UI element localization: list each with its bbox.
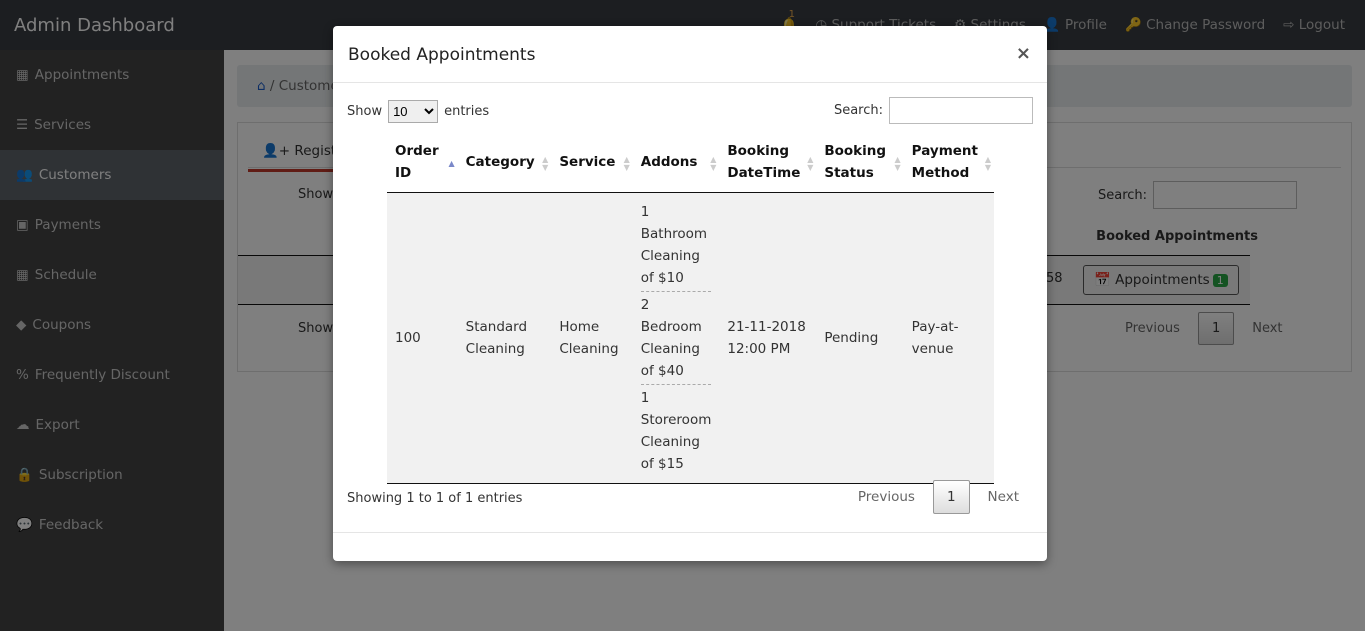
sort-asc-icon: ▲ [448,159,455,168]
sort-icon: ▲ ▼ [542,155,549,172]
header-label: Booking DateTime [727,143,801,181]
column-header-payment-method[interactable]: Payment Method ▲ ▼ [903,136,994,193]
column-header-booking-status[interactable]: Booking Status ▲ ▼ [816,136,904,193]
sort-icon: ▲ ▼ [894,155,901,172]
addon-item: 1 Bathroom Cleaning of $10 [640,199,712,292]
sort-icon: ▲ ▼ [807,155,814,172]
header-label: Booking Status [824,143,887,181]
table-row: 100 Standard Cleaning Home Cleaning 1 Ba… [387,192,994,484]
header-label: Addons [640,154,698,170]
close-icon[interactable]: × [1016,43,1031,64]
modal-footer [333,532,1047,533]
header-label: Payment Method [911,143,978,181]
column-header-addons[interactable]: Addons ▲ ▼ [632,136,720,193]
search-label: Search: [833,103,883,118]
cell-order-id: 100 [387,192,458,484]
cell-payment-method: Pay-at-venue [903,192,994,484]
previous-button[interactable]: Previous [858,489,915,505]
column-header-category[interactable]: Category ▲ ▼ [457,136,552,193]
sort-icon: ▲ ▼ [710,155,717,172]
table-info: Showing 1 to 1 of 1 entries [347,491,523,506]
cell-booking-datetime: 21-11-2018 12:00 PM [719,192,817,484]
modal-title: Booked Appointments [348,45,536,65]
sort-icon: ▲ ▼ [623,155,630,172]
column-header-booking-datetime[interactable]: Booking DateTime ▲ ▼ [719,136,817,193]
cell-addons: 1 Bathroom Cleaning of $10 2 Bedroom Cle… [632,192,720,484]
header-label: Order ID [395,143,439,181]
cell-service: Home Cleaning [551,192,633,484]
header-label: Service [559,154,616,170]
modal-search-input[interactable] [889,97,1033,124]
sort-icon: ▲ ▼ [984,155,991,172]
entries-select[interactable]: 10 [388,100,439,123]
addon-item: 1 Storeroom Cleaning of $15 [640,390,712,472]
next-button[interactable]: Next [988,489,1019,505]
booked-appointments-modal: Booked Appointments × Show 10 entries Se… [333,26,1047,561]
column-header-order-id[interactable]: Order ID ▲ [387,136,458,193]
column-header-service[interactable]: Service ▲ ▼ [551,136,633,193]
cell-booking-status: Pending [816,192,904,484]
show-label: Show [347,104,383,119]
cell-category: Standard Cleaning [457,192,552,484]
entries-label: entries [444,104,490,119]
addon-item: 2 Bedroom Cleaning of $40 [640,292,712,385]
header-label: Category [465,154,535,170]
appointments-table: Order ID ▲ Category ▲ ▼ Service ▲ ▼ Addons ▲ ▼ … [387,136,994,484]
page-button-1[interactable]: 1 [932,480,970,514]
